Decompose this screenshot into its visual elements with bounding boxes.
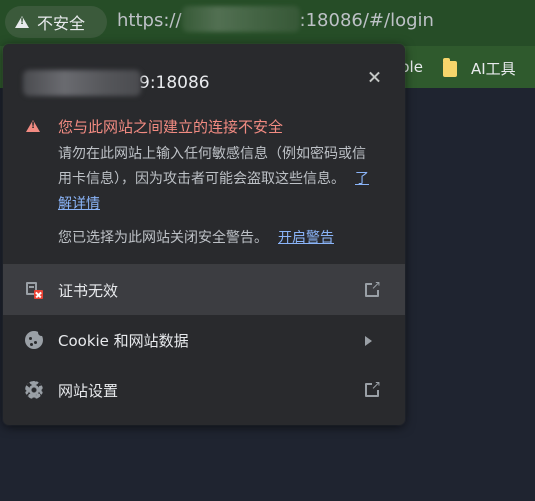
disabled-note-text: 您已选择为此网站关闭安全警告。 bbox=[58, 230, 268, 246]
site-settings-row[interactable]: 网站设置 bbox=[3, 365, 405, 415]
warning-body: 请勿在此网站上输入任何敏感信息（例如密码或信用卡信息），因为攻击者可能会盗取这些… bbox=[58, 142, 378, 217]
warnings-disabled-note: 您已选择为此网站关闭安全警告。 开启警告 bbox=[58, 227, 334, 247]
site-info-popup: 9:18086 您与此网站之间建立的连接不安全 请勿在此网站上输入任何敏感信息（… bbox=[3, 44, 405, 425]
bookmark-folder-label: AI工具 bbox=[471, 60, 516, 78]
warning-title: 您与此网站之间建立的连接不安全 bbox=[58, 118, 284, 136]
gear-icon bbox=[25, 381, 43, 399]
address-bar[interactable]: 不安全 https:// :18086/#/login bbox=[0, 0, 535, 46]
enable-warnings-link[interactable]: 开启警告 bbox=[278, 230, 334, 246]
cookies-row[interactable]: Cookie 和网站数据 bbox=[3, 315, 405, 365]
certificate-row-label: 证书无效 bbox=[58, 281, 119, 300]
site-settings-row-label: 网站设置 bbox=[58, 381, 119, 400]
certificate-row[interactable]: 证书无效 bbox=[3, 265, 405, 315]
security-chip[interactable]: 不安全 bbox=[5, 6, 107, 38]
cookie-icon bbox=[25, 329, 45, 349]
url-scheme: https:// bbox=[117, 10, 182, 31]
warning-icon bbox=[15, 16, 29, 28]
warning-icon bbox=[26, 120, 40, 132]
url-text[interactable]: https:// :18086/#/login bbox=[117, 6, 434, 32]
bookmark-folder-ai-tools[interactable]: AI工具 bbox=[443, 57, 516, 79]
arrow-right-icon bbox=[365, 336, 372, 346]
folder-icon bbox=[443, 57, 457, 77]
cookies-row-label: Cookie 和网站数据 bbox=[58, 331, 189, 350]
external-link-icon bbox=[365, 278, 381, 297]
host-port: 9:18086 bbox=[139, 73, 210, 93]
certificate-invalid-icon bbox=[25, 281, 43, 299]
redacted-host bbox=[181, 6, 300, 32]
redacted-host bbox=[23, 70, 141, 96]
external-link-icon bbox=[365, 378, 381, 397]
url-path: :18086/#/login bbox=[299, 10, 434, 31]
warning-body-text: 请勿在此网站上输入任何敏感信息（例如密码或信用卡信息），因为攻击者可能会盗取这些… bbox=[58, 146, 366, 187]
security-chip-label: 不安全 bbox=[37, 14, 86, 33]
close-icon[interactable] bbox=[365, 68, 383, 86]
popup-host: 9:18086 bbox=[23, 70, 210, 96]
